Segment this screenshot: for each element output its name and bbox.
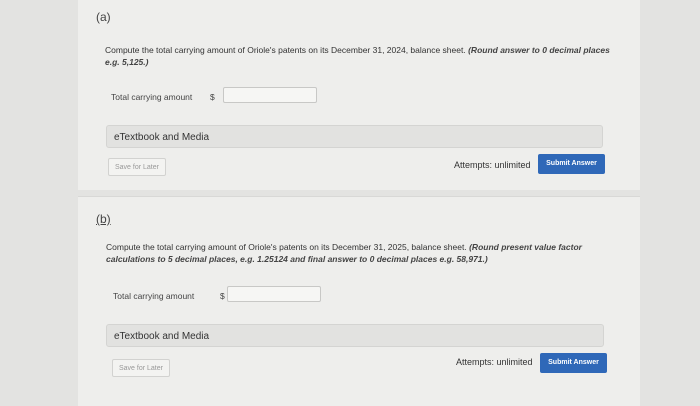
part-b-question-text: Compute the total carrying amount of Ori… xyxy=(106,242,467,252)
question-part-a: (a) Compute the total carrying amount of… xyxy=(78,0,640,190)
part-b-etextbook-link[interactable]: eTextbook and Media xyxy=(106,324,604,347)
part-a-attempts: Attempts: unlimited xyxy=(454,160,531,170)
part-b-amount-label: Total carrying amount xyxy=(113,291,195,301)
part-a-question-text: Compute the total carrying amount of Ori… xyxy=(105,45,466,55)
part-a-question: Compute the total carrying amount of Ori… xyxy=(105,44,615,68)
part-a-label: (a) xyxy=(96,10,111,24)
part-b-label: (b) xyxy=(96,212,111,226)
part-a-submit-button[interactable]: Submit Answer xyxy=(538,154,605,174)
part-a-amount-input[interactable] xyxy=(223,87,317,103)
part-b-save-for-later-button[interactable]: Save for Later xyxy=(112,359,170,377)
part-a-currency-symbol: $ xyxy=(210,92,215,102)
part-a-etextbook-link[interactable]: eTextbook and Media xyxy=(106,125,603,148)
part-b-question: Compute the total carrying amount of Ori… xyxy=(106,241,616,265)
part-a-amount-label: Total carrying amount xyxy=(111,92,193,102)
part-b-amount-input[interactable] xyxy=(227,286,321,302)
part-b-currency-symbol: $ xyxy=(220,291,225,301)
part-a-save-for-later-button[interactable]: Save for Later xyxy=(108,158,166,176)
part-b-submit-button[interactable]: Submit Answer xyxy=(540,353,607,373)
question-part-b: (b) Compute the total carrying amount of… xyxy=(78,196,640,406)
part-b-attempts: Attempts: unlimited xyxy=(456,357,533,367)
